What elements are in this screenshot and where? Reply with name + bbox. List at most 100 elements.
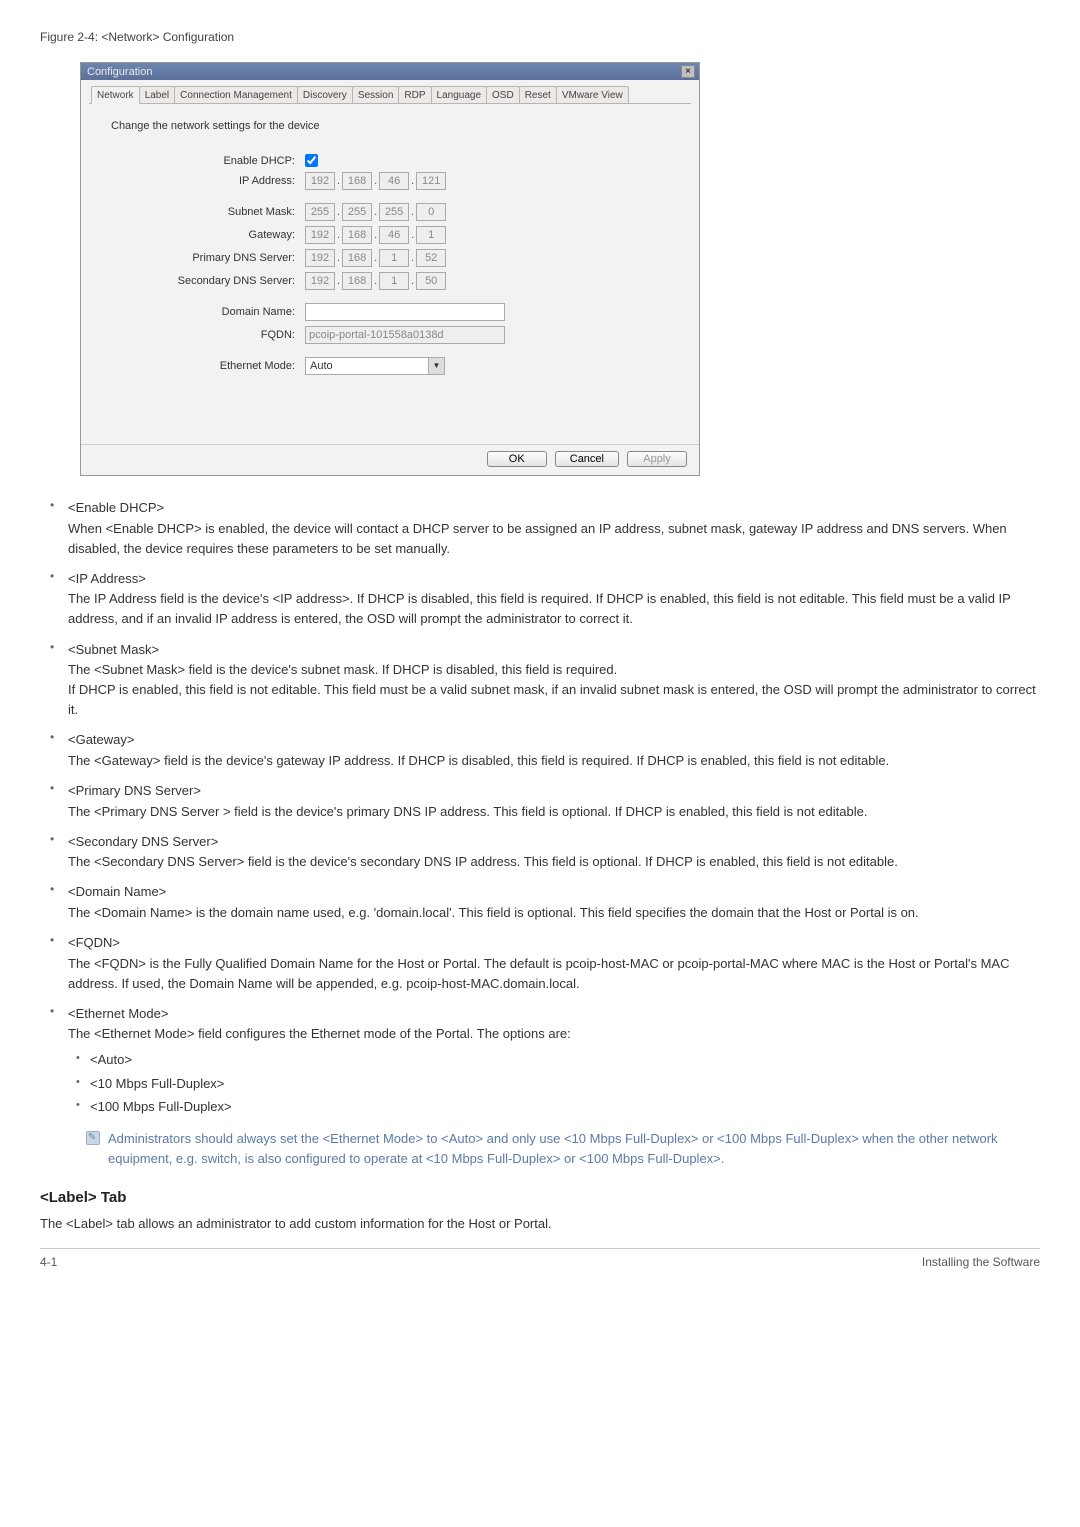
field-desc: The <Gateway> field is the device's gate… xyxy=(68,751,1040,771)
field-desc: The <Domain Name> is the domain name use… xyxy=(68,903,1040,923)
dialog-button-bar: OK Cancel Apply xyxy=(81,444,699,475)
field-name: <Domain Name> xyxy=(68,882,1040,902)
label-fqdn: FQDN: xyxy=(105,329,305,341)
label-secondary-dns: Secondary DNS Server: xyxy=(105,275,305,287)
gw-oct2 xyxy=(342,226,372,244)
tab-instruction: Change the network settings for the devi… xyxy=(111,120,675,132)
ip-oct2 xyxy=(342,172,372,190)
tab-strip: Network Label Connection Management Disc… xyxy=(89,86,691,104)
list-item: <Secondary DNS Server> The <Secondary DN… xyxy=(40,832,1040,873)
chevron-down-icon: ▼ xyxy=(428,358,444,374)
field-desc: The <Secondary DNS Server> field is the … xyxy=(68,852,1040,872)
gw-oct3 xyxy=(379,226,409,244)
field-name: <Secondary DNS Server> xyxy=(68,832,1040,852)
tab-rdp[interactable]: RDP xyxy=(398,86,431,103)
pdns-oct3 xyxy=(379,249,409,267)
ip-address-field: . . . xyxy=(305,172,446,190)
list-item: <10 Mbps Full-Duplex> xyxy=(68,1074,1040,1094)
ethernet-mode-value: Auto xyxy=(306,360,428,372)
field-desc: The <Subnet Mask> field is the device's … xyxy=(68,660,1040,720)
tab-content-network: Change the network settings for the devi… xyxy=(89,104,691,434)
ip-oct1 xyxy=(305,172,335,190)
field-name: <Enable DHCP> xyxy=(68,498,1040,518)
ip-oct4 xyxy=(416,172,446,190)
close-icon[interactable]: × xyxy=(681,65,695,78)
list-item: <Ethernet Mode> The <Ethernet Mode> fiel… xyxy=(40,1004,1040,1169)
list-item: <Enable DHCP> When <Enable DHCP> is enab… xyxy=(40,498,1040,559)
gw-oct1 xyxy=(305,226,335,244)
field-description-list: <Enable DHCP> When <Enable DHCP> is enab… xyxy=(40,498,1040,1169)
sm-oct3 xyxy=(379,203,409,221)
fqdn-input xyxy=(305,326,505,344)
label-tab-paragraph: The <Label> tab allows an administrator … xyxy=(40,1214,1040,1234)
sm-oct1 xyxy=(305,203,335,221)
tab-vmware-view[interactable]: VMware View xyxy=(556,86,629,103)
note-text: Administrators should always set the <Et… xyxy=(108,1129,1040,1169)
ethernet-mode-select[interactable]: Auto ▼ xyxy=(305,357,445,375)
label-subnet-mask: Subnet Mask: xyxy=(105,206,305,218)
list-item: <Gateway> The <Gateway> field is the dev… xyxy=(40,730,1040,771)
tab-reset[interactable]: Reset xyxy=(519,86,557,103)
list-item: <100 Mbps Full-Duplex> xyxy=(68,1097,1040,1117)
sdns-oct2 xyxy=(342,272,372,290)
gw-oct4 xyxy=(416,226,446,244)
primary-dns-field: . . . xyxy=(305,249,446,267)
footer-page-number: 4-1 xyxy=(40,1255,57,1269)
gateway-field: . . . xyxy=(305,226,446,244)
field-name: <Ethernet Mode> xyxy=(68,1004,1040,1024)
field-desc: The <Primary DNS Server > field is the d… xyxy=(68,802,1040,822)
domain-name-input[interactable] xyxy=(305,303,505,321)
pdns-oct1 xyxy=(305,249,335,267)
label-domain-name: Domain Name: xyxy=(105,306,305,318)
sm-oct4 xyxy=(416,203,446,221)
label-tab-heading: <Label> Tab xyxy=(40,1189,1040,1206)
sdns-oct1 xyxy=(305,272,335,290)
figure-caption: Figure 2-4: <Network> Configuration xyxy=(40,30,1040,44)
field-name: <Subnet Mask> xyxy=(68,640,1040,660)
ok-button[interactable]: OK xyxy=(487,451,547,467)
tab-osd[interactable]: OSD xyxy=(486,86,520,103)
configuration-dialog: Configuration × Network Label Connection… xyxy=(80,62,700,476)
list-item: <Auto> xyxy=(68,1050,1040,1070)
footer-chapter-title: Installing the Software xyxy=(922,1255,1040,1269)
admin-note: Administrators should always set the <Et… xyxy=(86,1129,1040,1169)
pdns-oct4 xyxy=(416,249,446,267)
note-icon xyxy=(86,1131,100,1145)
label-gateway: Gateway: xyxy=(105,229,305,241)
secondary-dns-field: . . . xyxy=(305,272,446,290)
tab-discovery[interactable]: Discovery xyxy=(297,86,353,103)
list-item: <Primary DNS Server> The <Primary DNS Se… xyxy=(40,781,1040,822)
field-desc: The <Ethernet Mode> field configures the… xyxy=(68,1024,1040,1044)
field-name: <FQDN> xyxy=(68,933,1040,953)
tab-network[interactable]: Network xyxy=(91,86,140,104)
cancel-button[interactable]: Cancel xyxy=(555,451,619,467)
field-desc: The <FQDN> is the Fully Qualified Domain… xyxy=(68,954,1040,994)
label-primary-dns: Primary DNS Server: xyxy=(105,252,305,264)
list-item: <Subnet Mask> The <Subnet Mask> field is… xyxy=(40,640,1040,721)
list-item: <IP Address> The IP Address field is the… xyxy=(40,569,1040,630)
page-footer: 4-1 Installing the Software xyxy=(40,1248,1040,1269)
list-item: <Domain Name> The <Domain Name> is the d… xyxy=(40,882,1040,923)
sdns-oct3 xyxy=(379,272,409,290)
tab-language[interactable]: Language xyxy=(431,86,488,103)
field-name: <IP Address> xyxy=(68,569,1040,589)
pdns-oct2 xyxy=(342,249,372,267)
list-item: <FQDN> The <FQDN> is the Fully Qualified… xyxy=(40,933,1040,994)
ethernet-mode-options: <Auto> <10 Mbps Full-Duplex> <100 Mbps F… xyxy=(68,1050,1040,1117)
label-enable-dhcp: Enable DHCP: xyxy=(105,155,305,167)
field-desc: The IP Address field is the device's <IP… xyxy=(68,589,1040,629)
field-desc: When <Enable DHCP> is enabled, the devic… xyxy=(68,519,1040,559)
field-name: <Primary DNS Server> xyxy=(68,781,1040,801)
apply-button[interactable]: Apply xyxy=(627,451,687,467)
label-ip-address: IP Address: xyxy=(105,175,305,187)
sm-oct2 xyxy=(342,203,372,221)
label-ethernet-mode: Ethernet Mode: xyxy=(105,360,305,372)
tab-session[interactable]: Session xyxy=(352,86,400,103)
ip-oct3 xyxy=(379,172,409,190)
tab-label[interactable]: Label xyxy=(139,86,175,103)
dialog-title: Configuration xyxy=(87,66,152,78)
tab-connection-management[interactable]: Connection Management xyxy=(174,86,298,103)
dialog-titlebar: Configuration × xyxy=(81,63,699,80)
sdns-oct4 xyxy=(416,272,446,290)
enable-dhcp-checkbox[interactable] xyxy=(305,154,318,167)
